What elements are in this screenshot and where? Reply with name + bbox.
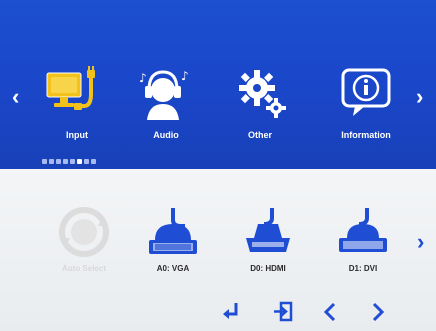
info-icon — [341, 68, 391, 116]
headset-icon: ♪ ♪ — [139, 69, 189, 120]
chevron-right-icon[interactable]: › — [417, 231, 424, 253]
page-dot — [91, 159, 96, 164]
input-option-hdmi[interactable]: D0: HDMI — [228, 206, 308, 284]
tab-other[interactable]: Other — [219, 66, 301, 146]
hdmi-cable-icon — [246, 208, 290, 252]
page-dot — [70, 159, 75, 164]
tab-audio-label: Audio — [153, 130, 179, 140]
input-option-vga[interactable]: A0: VGA — [133, 206, 213, 284]
dvi-cable-icon — [339, 208, 387, 252]
tab-other-label: Other — [247, 130, 272, 140]
svg-text:♪: ♪ — [139, 71, 147, 85]
page-dot — [49, 159, 54, 164]
input-option-dvi-label: D1: DVI — [348, 264, 378, 273]
input-option-hdmi-label: D0: HDMI — [250, 264, 286, 273]
input-option-vga-label: A0: VGA — [156, 264, 190, 273]
enter-icon[interactable] — [220, 300, 242, 324]
input-option-dvi[interactable]: D1: DVI — [323, 206, 403, 284]
chevron-right-icon[interactable] — [366, 300, 388, 324]
page-dot — [42, 159, 47, 164]
page-dot — [63, 159, 68, 164]
page-dot — [84, 159, 89, 164]
gear-icon — [239, 70, 286, 118]
input-option-auto-select-label: Auto Select — [61, 264, 106, 273]
chevron-left-icon[interactable]: ‹ — [12, 86, 19, 108]
auto-select-icon — [59, 207, 109, 257]
tab-audio[interactable]: ♪ ♪ Audio — [125, 66, 207, 146]
tab-information-label: Information — [341, 130, 391, 140]
svg-text:♪: ♪ — [181, 69, 189, 83]
tab-input-label: Input — [66, 130, 88, 140]
page-dot — [56, 159, 61, 164]
chevron-right-icon[interactable]: › — [416, 86, 423, 108]
tab-input[interactable]: Input — [36, 66, 118, 146]
input-option-auto-select[interactable]: Auto Select — [44, 206, 124, 284]
monitor-input-icon — [46, 66, 95, 110]
exit-icon[interactable] — [272, 300, 294, 324]
vga-cable-icon — [149, 208, 197, 254]
page-dot-active — [77, 159, 82, 164]
tab-information[interactable]: Information — [325, 66, 407, 146]
osd-button-hints — [220, 300, 400, 324]
chevron-left-icon[interactable] — [320, 300, 342, 324]
